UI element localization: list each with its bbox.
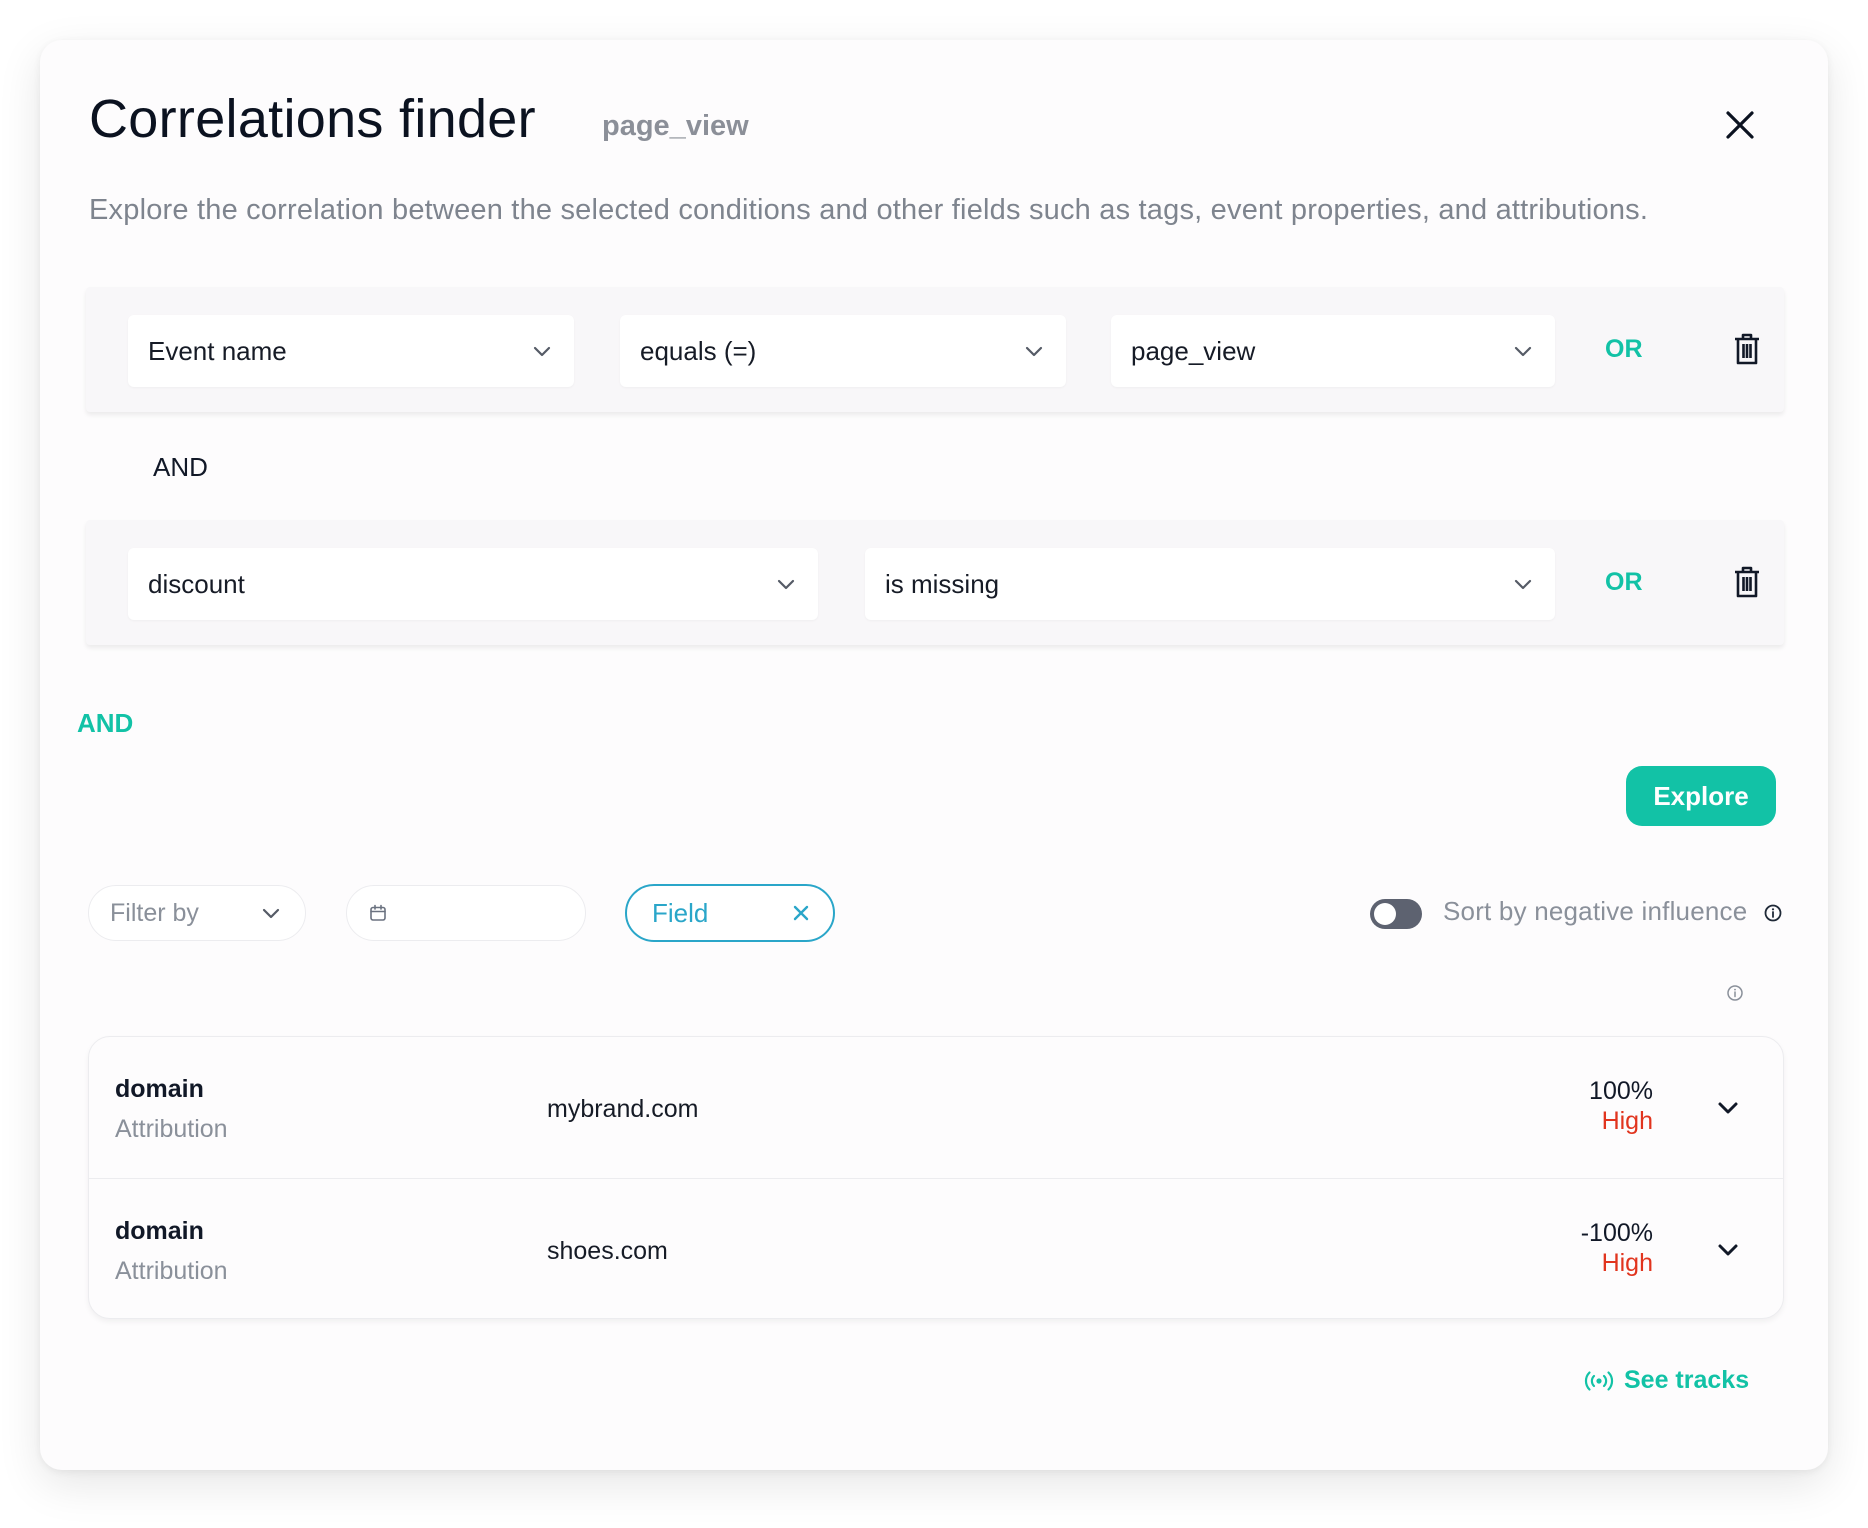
or-button[interactable]: OR bbox=[1605, 568, 1643, 597]
close-icon bbox=[1726, 111, 1754, 139]
condition-operator-select[interactable]: equals (=) bbox=[620, 315, 1066, 387]
chevron-down-icon bbox=[1025, 346, 1043, 357]
chevron-down-icon bbox=[1514, 346, 1532, 357]
condition-operator-value: equals (=) bbox=[640, 335, 757, 366]
list-item[interactable]: domain Attribution mybrand.com 100% High bbox=[89, 1037, 1783, 1178]
chevron-down-icon bbox=[1514, 579, 1532, 590]
condition-operator-value: is missing bbox=[885, 568, 1000, 599]
date-range-input[interactable] bbox=[346, 885, 586, 941]
result-field-name: domain bbox=[115, 1217, 204, 1245]
result-field-category: Attribution bbox=[115, 1257, 228, 1285]
field-filter-chip[interactable]: Field bbox=[625, 884, 835, 942]
result-field-category: Attribution bbox=[115, 1115, 228, 1143]
chevron-down-icon bbox=[533, 346, 551, 357]
close-button[interactable] bbox=[1715, 100, 1765, 150]
sort-negative-label: Sort by negative influence bbox=[1443, 896, 1748, 926]
condition-group-1: Event name equals (=) page_view OR bbox=[86, 287, 1784, 412]
chevron-down-icon bbox=[1718, 1244, 1738, 1256]
filter-by-select[interactable]: Filter by bbox=[88, 885, 306, 941]
expand-row-button[interactable] bbox=[1713, 1235, 1743, 1265]
condition-field-select[interactable]: discount bbox=[128, 548, 818, 620]
chevron-down-icon bbox=[262, 908, 280, 919]
condition-value-select[interactable]: page_view bbox=[1111, 315, 1555, 387]
chevron-down-icon bbox=[1718, 1102, 1738, 1114]
result-correlation: -100% bbox=[1580, 1219, 1653, 1247]
info-icon[interactable] bbox=[1763, 903, 1783, 928]
chevron-down-icon bbox=[777, 579, 795, 590]
result-correlation: 100% bbox=[1589, 1077, 1653, 1105]
result-field-value: shoes.com bbox=[547, 1237, 668, 1265]
list-item[interactable]: domain Attribution shoes.com -100% High bbox=[89, 1178, 1783, 1318]
condition-value-value: page_view bbox=[1131, 335, 1256, 366]
or-button[interactable]: OR bbox=[1605, 335, 1643, 364]
add-and-condition-button[interactable]: AND bbox=[77, 708, 133, 739]
broadcast-icon bbox=[1584, 1370, 1614, 1391]
expand-row-button[interactable] bbox=[1713, 1093, 1743, 1123]
calendar-icon bbox=[370, 904, 386, 921]
results-list: domain Attribution mybrand.com 100% High… bbox=[88, 1036, 1784, 1319]
toggle-knob bbox=[1374, 903, 1396, 925]
info-icon[interactable] bbox=[1726, 984, 1744, 1007]
result-level: High bbox=[1601, 1107, 1653, 1135]
delete-condition-button[interactable] bbox=[1732, 565, 1762, 599]
delete-condition-button[interactable] bbox=[1732, 332, 1762, 366]
explore-button[interactable]: Explore bbox=[1626, 766, 1776, 826]
close-icon[interactable] bbox=[791, 903, 811, 923]
trash-icon bbox=[1735, 566, 1759, 598]
event-tag: page_view bbox=[602, 110, 749, 142]
correlations-modal: Correlations finder page_view Explore th… bbox=[40, 40, 1828, 1470]
result-level: High bbox=[1601, 1249, 1653, 1277]
and-label: AND bbox=[153, 452, 208, 482]
see-tracks-link[interactable]: See tracks bbox=[1584, 1366, 1749, 1395]
condition-field-value: Event name bbox=[148, 335, 287, 366]
trash-icon bbox=[1735, 333, 1759, 365]
filter-by-placeholder: Filter by bbox=[110, 898, 199, 927]
condition-field-select[interactable]: Event name bbox=[128, 315, 574, 387]
result-field-name: domain bbox=[115, 1075, 204, 1103]
condition-operator-select[interactable]: is missing bbox=[865, 548, 1555, 620]
condition-group-2: discount is missing OR bbox=[86, 520, 1784, 645]
result-field-value: mybrand.com bbox=[547, 1095, 699, 1123]
description: Explore the correlation between the sele… bbox=[89, 194, 1649, 226]
condition-field-value: discount bbox=[148, 568, 245, 599]
see-tracks-label: See tracks bbox=[1624, 1366, 1750, 1394]
page-title: Correlations finder bbox=[89, 89, 536, 149]
field-chip-label: Field bbox=[652, 897, 709, 928]
sort-negative-toggle[interactable] bbox=[1370, 899, 1422, 929]
